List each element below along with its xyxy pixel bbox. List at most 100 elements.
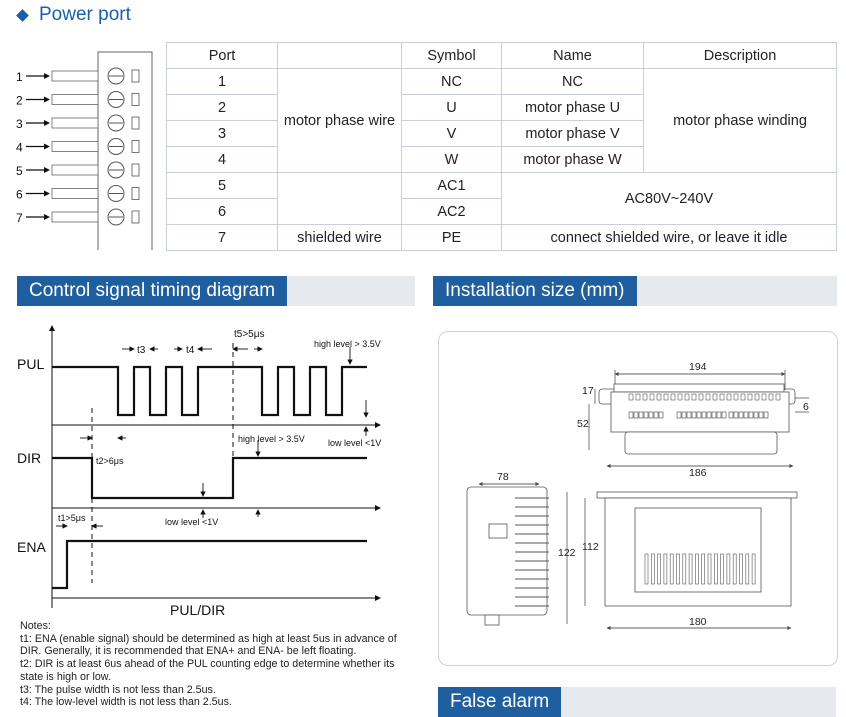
pin-number-label: 7 — [16, 211, 23, 225]
signal-label-ena: ENA — [17, 539, 46, 555]
vent-slot — [701, 553, 706, 585]
vent-slot — [740, 393, 746, 401]
vent-slot — [698, 393, 704, 401]
vent-slot — [745, 553, 750, 585]
vent-slot — [720, 553, 724, 585]
header-port: Port — [166, 42, 278, 69]
header-name: Name — [501, 42, 644, 69]
wire-slot — [51, 94, 99, 105]
signal-label-dir: DIR — [17, 450, 41, 466]
vent-slot — [684, 393, 690, 401]
vent-slot — [663, 553, 668, 585]
power-port-table: Port Symbol Name Description 1 motor pha… — [166, 42, 837, 251]
terminal-pin — [721, 411, 727, 419]
terminal-pin — [638, 411, 644, 419]
vent-slot — [754, 393, 760, 401]
note-line: Notes: — [20, 620, 51, 632]
terminal-pin — [643, 411, 649, 419]
installation-section-bar: Installation size (mm) — [433, 276, 837, 306]
terminal-window — [131, 163, 140, 177]
power-port-title: Power port — [39, 4, 131, 25]
dim-186: 186 — [689, 467, 707, 479]
vent-slot — [719, 393, 725, 401]
vent-slot — [670, 393, 676, 401]
pin-arrow-head — [44, 96, 50, 103]
vent-slot — [732, 553, 737, 585]
desc-pe-cell: connect shielded wire, or leave it idle — [501, 224, 837, 251]
pin-number-label: 5 — [16, 164, 23, 178]
false-alarm-section-title: False alarm — [438, 687, 562, 717]
note-line: t1: ENA (enable signal) should be determ… — [20, 632, 397, 645]
symbol-cell: AC1 — [401, 172, 502, 199]
terminal-window — [131, 210, 140, 224]
wire-slot — [51, 211, 99, 223]
dim-78: 78 — [497, 471, 509, 483]
note-line: t3: The pulse width is not less than 2.5… — [20, 683, 216, 696]
vent-slot — [642, 393, 648, 401]
port-cell: 4 — [166, 146, 278, 173]
terminal-pin — [748, 411, 754, 419]
header-symbol: Symbol — [401, 42, 502, 69]
port-cell: 5 — [166, 172, 278, 199]
power-port-heading: Power port — [12, 4, 131, 26]
terminal-window — [131, 93, 140, 106]
terminal-pin — [758, 411, 764, 419]
table-row: 7 shielded wire PE connect shielded wire… — [166, 224, 837, 251]
name-cell: motor phase V — [501, 120, 644, 147]
vent-slot — [688, 553, 693, 585]
vent-slot — [712, 393, 718, 401]
symbol-cell: U — [401, 94, 502, 121]
vent-slot — [768, 393, 774, 401]
terminal-pin — [676, 411, 682, 419]
terminal-pin — [738, 411, 744, 419]
diamond-bullet-icon — [16, 8, 29, 22]
terminal-pin — [743, 411, 749, 419]
vent-slot — [682, 553, 687, 585]
terminal-block-illustration: 1 2 3 4 5 6 7 — [16, 51, 153, 250]
terminal-pin — [696, 411, 702, 419]
t4-label: t4 — [186, 345, 195, 356]
vent-slot — [676, 553, 680, 585]
vent-slot — [669, 553, 674, 585]
note-line: t2: DIR is at least 6us ahead of the PUL… — [20, 658, 395, 671]
pin-number-label: 6 — [16, 188, 23, 202]
timing-section-title: Control signal timing diagram — [17, 276, 288, 306]
vent-slot — [628, 393, 634, 401]
terminal-window — [131, 187, 140, 200]
dim-112: 112 — [582, 541, 599, 553]
timing-section-bar: Control signal timing diagram — [17, 276, 415, 306]
dim-6: 6 — [803, 401, 809, 413]
dimension-panel: 194 186 17 52 6 78 122 112 180 — [438, 331, 838, 666]
terminal-housing — [97, 51, 153, 250]
vent-slot — [733, 393, 739, 401]
note-line: t4: The low-level width is not less than… — [20, 696, 232, 709]
vent-slot — [663, 393, 669, 401]
vent-slot — [775, 393, 781, 401]
dir-high-label: high level > 3.5V — [238, 434, 305, 444]
t5-label: t5>5μs — [234, 329, 265, 340]
name-cell: motor phase U — [501, 94, 644, 121]
vent-slot — [713, 553, 718, 585]
terminal-window — [131, 116, 140, 130]
vent-slot — [635, 393, 641, 401]
t2-label: t2>6μs — [96, 456, 124, 466]
symbol-cell: AC2 — [401, 198, 502, 225]
dir-low-label: low level <1V — [165, 517, 218, 527]
vent-slot — [726, 553, 731, 585]
vent-slot — [677, 393, 683, 401]
symbol-cell: NC — [401, 68, 502, 95]
name-cell: NC — [501, 68, 644, 95]
pin-number-label: 1 — [16, 70, 23, 84]
note-line: state is high or low. — [20, 670, 111, 683]
ena-waveform — [52, 539, 367, 590]
vent-slot — [707, 553, 712, 585]
installation-section-title: Installation size (mm) — [433, 276, 637, 306]
symbol-cell: V — [401, 120, 502, 147]
terminal-window — [131, 69, 140, 83]
group-motor-cell: motor phase wire — [277, 68, 402, 173]
table-row: 1 motor phase wire NC NC motor phase win… — [166, 68, 837, 173]
vent-slot — [651, 553, 655, 585]
false-alarm-section-bar: False alarm — [438, 687, 836, 717]
vent-slot — [644, 553, 649, 585]
pin-number-label: 2 — [16, 94, 23, 108]
